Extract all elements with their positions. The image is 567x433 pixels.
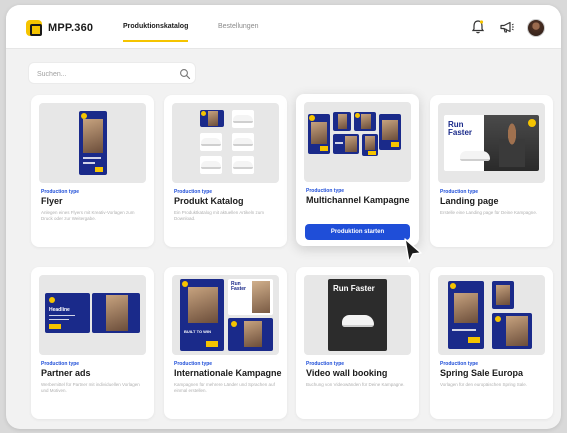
international-thumbnail: BUILT TO WIN Run Faster	[172, 275, 279, 355]
app-window: MPP.360 Produktionskatalog Bestellungen	[6, 5, 561, 429]
card-flyer[interactable]: Production type Flyer Anlegen eines Flye…	[31, 95, 154, 247]
card-description: Erstelle eine Landing page für Deine Kam…	[440, 210, 538, 215]
run-faster-small: Run Faster	[231, 281, 247, 292]
logo-text: MPP.360	[48, 22, 94, 34]
card-title: Flyer	[41, 196, 63, 206]
video-run-faster: Run Faster	[333, 284, 375, 293]
card-title: Partner ads	[41, 368, 91, 378]
multichannel-ad-4	[379, 114, 401, 150]
logo-mark-icon	[26, 20, 42, 36]
card-type-label: Production type	[306, 361, 345, 367]
tab-produktionskatalog[interactable]: Produktionskatalog	[123, 23, 189, 42]
katalog-tile-image	[200, 110, 224, 127]
landing-page-image: Run Faster	[444, 115, 539, 171]
tab-bestellungen[interactable]: Bestellungen	[218, 23, 258, 30]
card-spring-sale-europa[interactable]: Production type Spring Sale Europa Vorla…	[430, 267, 553, 419]
search-box	[28, 62, 196, 84]
card-video-wall-booking[interactable]: Run Faster Production type Video wall bo…	[296, 267, 419, 419]
app-logo[interactable]: MPP.360	[26, 20, 93, 36]
partner-ad-headline: Headline	[49, 307, 70, 313]
top-bar: MPP.360 Produktionskatalog Bestellungen	[6, 5, 561, 49]
spring-sale-ad-3	[492, 313, 532, 349]
produktion-starten-button[interactable]: Produktion starten	[305, 224, 410, 240]
card-title: Internationale Kampagne	[174, 368, 282, 378]
card-type-label: Production type	[306, 188, 345, 194]
card-type-label: Production type	[440, 361, 479, 367]
card-type-label: Production type	[174, 361, 213, 367]
multichannel-ad-6	[362, 134, 378, 156]
spring-sale-ad-1	[448, 281, 484, 349]
card-description: Kampagnen für mehrere Länder und Sprache…	[174, 382, 275, 393]
multichannel-ad-2	[333, 112, 351, 131]
card-title: Produkt Katalog	[174, 196, 244, 206]
megaphone-icon[interactable]	[499, 19, 515, 35]
card-partner-ads[interactable]: Headline Production type Partner ads Wer…	[31, 267, 154, 419]
partner-ads-thumbnail: Headline	[39, 275, 146, 355]
card-title: Landing page	[440, 196, 499, 206]
card-description: Buchung von Videowänden für Deine Kampag…	[306, 382, 405, 387]
card-type-label: Production type	[41, 361, 80, 367]
card-title: Spring Sale Europa	[440, 368, 524, 378]
card-landing-page[interactable]: Run Faster Production type Landing page …	[430, 95, 553, 247]
card-description: Anlegen eines Flyers mit Kreativ-Vorlage…	[41, 210, 135, 221]
partner-ad-1: Headline	[45, 293, 90, 333]
spring-sale-thumbnail	[438, 275, 545, 355]
bell-icon[interactable]	[470, 19, 486, 35]
video-wall-image: Run Faster	[328, 279, 387, 351]
multichannel-ad-5	[333, 134, 359, 154]
card-title: Video wall booking	[306, 368, 388, 378]
card-internationale-kampagne[interactable]: BUILT TO WIN Run Faster Production type …	[164, 267, 287, 419]
search-icon[interactable]	[179, 68, 191, 80]
user-avatar[interactable]	[527, 19, 545, 37]
card-type-label: Production type	[174, 189, 213, 195]
card-type-label: Production type	[41, 189, 80, 195]
video-wall-thumbnail: Run Faster	[304, 275, 411, 355]
multichannel-ad-1	[308, 114, 330, 154]
card-description: Vorlagen für den europäischen Spring Sal…	[440, 382, 528, 387]
spring-sale-ad-2	[492, 281, 514, 309]
card-title: Multichannel Kampagne	[306, 195, 410, 205]
landing-page-thumbnail: Run Faster	[438, 103, 545, 183]
card-description: Ein Produktkatalog mit aktuellen Artikel…	[174, 210, 265, 221]
cursor-icon	[404, 238, 422, 263]
card-type-label: Production type	[440, 189, 479, 195]
multichannel-ad-3	[354, 112, 376, 131]
card-description: Werbemittel für Partner mit individuelle…	[41, 382, 140, 393]
katalog-thumbnail	[172, 103, 279, 183]
card-multichannel-kampagne[interactable]: Production type Multichannel Kampagne Pr…	[296, 94, 419, 246]
built-to-win-text: BUILT TO WIN	[184, 329, 211, 334]
international-ad-1: BUILT TO WIN	[180, 279, 224, 351]
search-input[interactable]	[37, 67, 167, 81]
flyer-thumbnail	[39, 103, 146, 183]
run-faster-heading: Run Faster	[448, 120, 473, 137]
international-ad-3	[228, 318, 273, 351]
partner-ad-2	[92, 293, 140, 333]
flyer-ad-image	[79, 111, 107, 175]
card-produkt-katalog[interactable]: Production type Produkt Katalog Ein Prod…	[164, 95, 287, 247]
multichannel-thumbnail	[304, 102, 411, 182]
international-ad-2: Run Faster	[228, 279, 273, 315]
